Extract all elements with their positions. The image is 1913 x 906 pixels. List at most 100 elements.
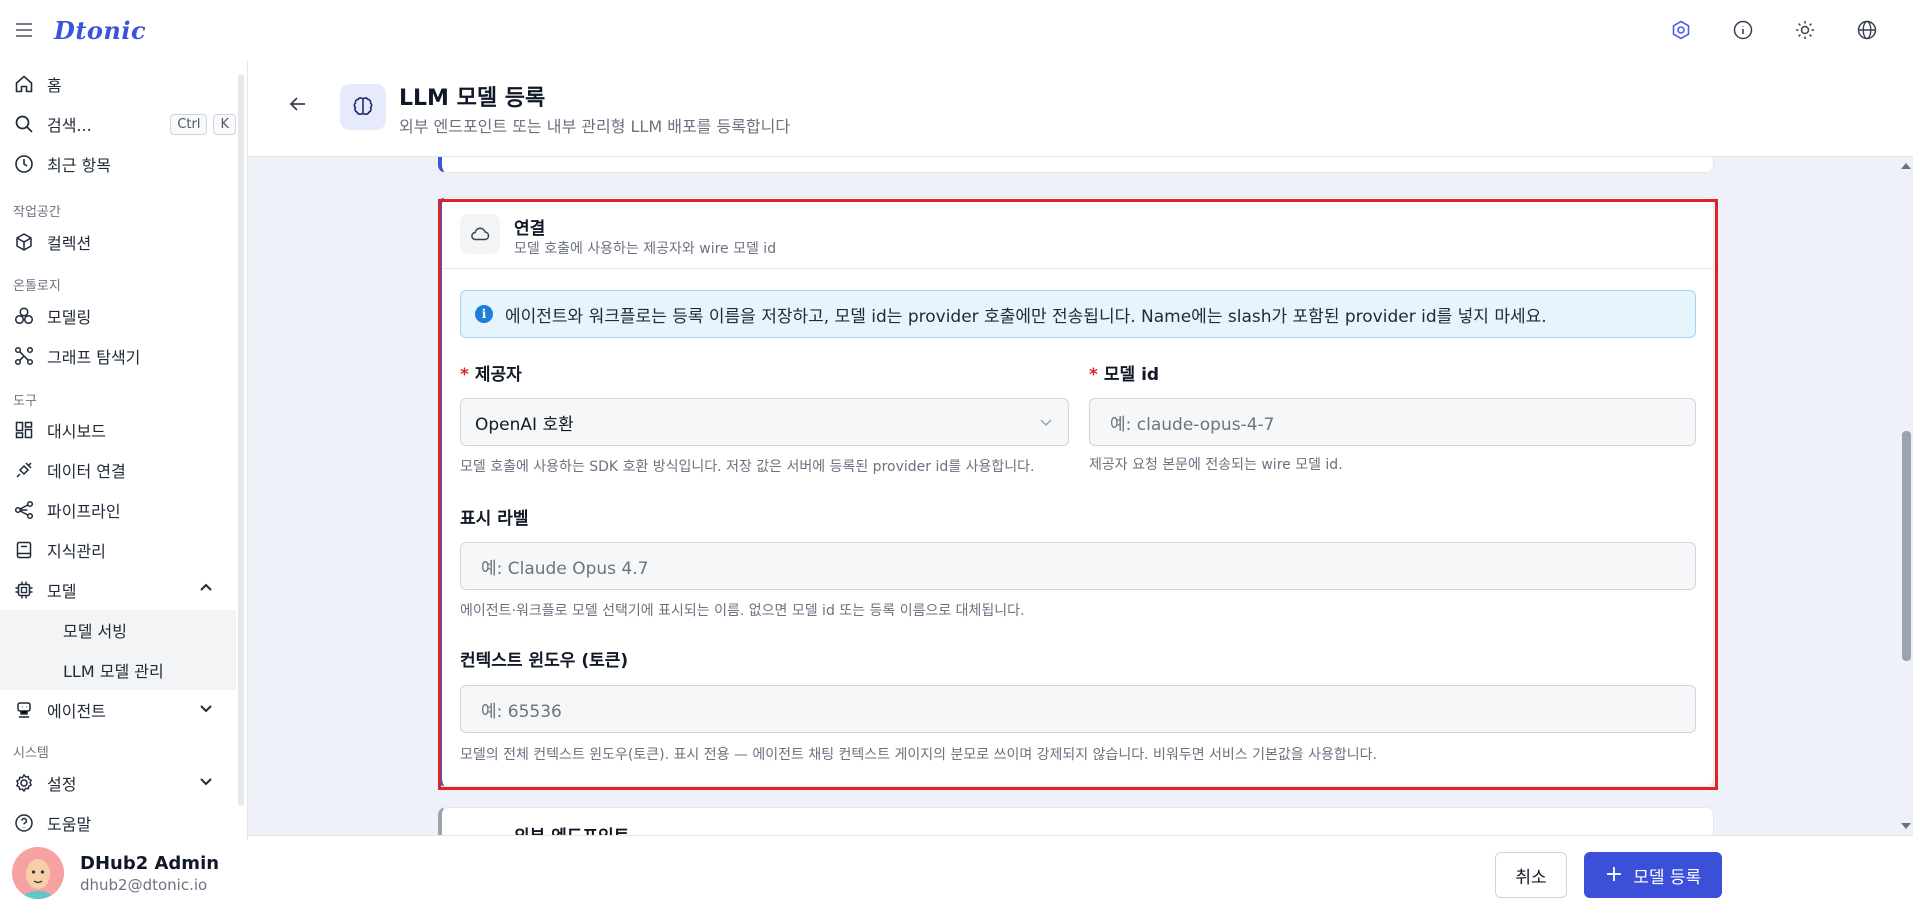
display-label-help: 에이전트·워크플로 모델 선택기에 표시되는 이름. 없으면 모델 id 또는 … [460, 603, 1025, 619]
book-icon [13, 539, 35, 561]
sidebar-item-search[interactable]: 검색... Ctrl K [0, 106, 236, 142]
sidebar-item-label: 컬렉션 [47, 234, 92, 253]
sidebar-item-model-serving[interactable]: 모델 서빙 [0, 610, 236, 650]
menu-icon[interactable] [0, 0, 48, 60]
model-id-placeholder: 예: claude-opus-4-7 [1110, 414, 1275, 435]
section-tools: 도구 [13, 394, 37, 409]
agent-icon [13, 699, 35, 721]
back-arrow-icon[interactable] [288, 94, 308, 118]
chevron-down-icon[interactable] [198, 700, 214, 720]
display-label-placeholder: 예: Claude Opus 4.7 [481, 558, 649, 579]
search-shortcut: Ctrl K [164, 113, 236, 135]
user-email: dhub2@dtonic.io [80, 875, 208, 894]
sidebar-item-models[interactable]: 모델 [0, 572, 236, 608]
display-label-input[interactable]: 예: Claude Opus 4.7 [460, 542, 1696, 590]
sidebar-item-label: 모델링 [47, 308, 92, 327]
sidebar-item-label: 검색... [47, 116, 92, 135]
sidebar-item-label: 홈 [47, 76, 62, 95]
sidebar-item-label: 모델 [47, 582, 77, 601]
chip-icon [13, 579, 35, 601]
section-ontology: 온톨로지 [13, 279, 61, 294]
sidebar-item-pipeline[interactable]: 파이프라인 [0, 492, 236, 528]
brain-icon [340, 84, 386, 130]
sidebar-item-graph-explorer[interactable]: 그래프 탐색기 [0, 338, 236, 374]
sidebar-item-label: 모델 서빙 [63, 622, 127, 641]
sidebar-scrollbar[interactable] [238, 74, 244, 806]
form-footer: 취소 + 모델 등록 [248, 835, 1913, 906]
section-system: 시스템 [13, 746, 49, 761]
section-divider [442, 268, 1714, 269]
sidebar-item-label: 그래프 탐색기 [47, 348, 141, 367]
sidebar-item-label: LLM 모델 관리 [63, 662, 164, 681]
language-icon[interactable] [1851, 14, 1883, 46]
register-model-button[interactable]: + 모델 등록 [1584, 852, 1722, 898]
sidebar-item-data-connection[interactable]: 데이터 연결 [0, 452, 236, 488]
sidebar-item-help[interactable]: 도움말 [0, 805, 236, 841]
plus-icon: + [1604, 861, 1624, 887]
sidebar-item-modeling[interactable]: 모델링 [0, 298, 236, 334]
theme-toggle-icon[interactable] [1789, 14, 1821, 46]
avatar [12, 847, 64, 899]
provider-help: 모델 호출에 사용하는 SDK 호환 방식입니다. 저장 값은 서버에 등록된 … [460, 459, 1035, 475]
sidebar-item-home[interactable]: 홈 [0, 66, 236, 102]
sidebar-item-label: 파이프라인 [47, 502, 121, 521]
help-icon [13, 812, 35, 834]
context-window-label: 컨텍스트 윈도우 (토큰) [460, 651, 629, 671]
info-text: 에이전트와 워크플로는 등록 이름을 저장하고, 모델 id는 provider… [505, 306, 1547, 327]
model-id-help: 제공자 요청 본문에 전송되는 wire 모델 id. [1089, 457, 1343, 473]
sidebar-item-label: 대시보드 [47, 422, 106, 441]
page-subtitle: 외부 엔드포인트 또는 내부 관리형 LLM 배포를 등록합니다 [399, 117, 791, 136]
app-logo[interactable]: Dtonic [54, 16, 146, 45]
section-title: 연결 [514, 219, 546, 239]
model-id-input[interactable]: 예: claude-opus-4-7 [1089, 398, 1696, 446]
provider-label-text: 제공자 [474, 365, 522, 385]
main-scrollbar[interactable] [1899, 157, 1913, 835]
sidebar-item-label: 도움말 [47, 815, 92, 834]
page-header: LLM 모델 등록 외부 엔드포인트 또는 내부 관리형 LLM 배포를 등록합… [248, 60, 1913, 157]
cancel-button[interactable]: 취소 [1495, 852, 1567, 898]
sidebar-item-label: 데이터 연결 [47, 462, 126, 481]
sidebar-item-dashboard[interactable]: 대시보드 [0, 412, 236, 448]
context-window-input[interactable]: 예: 65536 [460, 685, 1696, 733]
chevron-up-icon[interactable] [198, 580, 214, 600]
provider-select-value: OpenAI 호환 [475, 414, 574, 435]
section-subtitle: 모델 호출에 사용하는 제공자와 wire 모델 id [514, 241, 777, 257]
sidebar-item-llm-management[interactable]: LLM 모델 관리 [0, 650, 236, 690]
gear-icon [13, 772, 35, 794]
page-title: LLM 모델 등록 [399, 86, 546, 111]
sidebar-item-settings[interactable]: 설정 [0, 765, 236, 801]
provider-select[interactable]: OpenAI 호환 [460, 398, 1069, 446]
external-endpoint-section: 외부 엔드포인트 [438, 807, 1714, 835]
chevron-down-icon[interactable] [198, 773, 214, 793]
register-model-label: 모델 등록 [1633, 867, 1702, 888]
user-profile[interactable]: DHub2 Admin dhub2@dtonic.io [0, 840, 248, 906]
info-banner: i 에이전트와 워크플로는 등록 이름을 저장하고, 모델 id는 provid… [460, 290, 1696, 338]
context-window-help: 모델의 전체 컨텍스트 윈도우(토큰). 표시 전용 — 에이전트 채팅 컨텍스… [460, 747, 1377, 763]
sidebar-item-agent[interactable]: 에이전트 [0, 692, 236, 728]
dashboard-icon [13, 419, 35, 441]
sidebar: 홈 검색... Ctrl K 최근 항목 작업공간 컬렉션 온톨로지 모델링 그… [0, 60, 248, 906]
shapes-icon [13, 305, 35, 327]
required-mark: * [460, 365, 469, 385]
model-id-label: * 모델 id [1089, 360, 1159, 385]
home-icon [13, 73, 35, 95]
info-circle-icon: i [475, 305, 493, 323]
sidebar-item-recent[interactable]: 최근 항목 [0, 146, 236, 182]
sidebar-item-label: 최근 항목 [47, 156, 111, 175]
ai-assistant-icon[interactable] [1665, 14, 1697, 46]
sidebar-item-label: 설정 [47, 775, 77, 794]
search-icon [13, 113, 35, 135]
connection-section: 연결 모델 호출에 사용하는 제공자와 wire 모델 id i 에이전트와 워… [438, 197, 1714, 787]
scrollbar-thumb[interactable] [1902, 431, 1911, 661]
graph-icon [13, 345, 35, 367]
cube-icon [13, 231, 35, 253]
main-content: 연결 모델 호출에 사용하는 제공자와 wire 모델 id i 에이전트와 워… [248, 157, 1913, 835]
plug-icon [13, 459, 35, 481]
clock-icon [13, 153, 35, 175]
display-label-label: 표시 라벨 [460, 509, 529, 529]
sidebar-item-knowledge[interactable]: 지식관리 [0, 532, 236, 568]
section-title: 외부 엔드포인트 [514, 822, 629, 835]
sidebar-item-collection[interactable]: 컬렉션 [0, 224, 236, 260]
info-icon[interactable] [1727, 14, 1759, 46]
top-bar: Dtonic [0, 0, 1913, 60]
